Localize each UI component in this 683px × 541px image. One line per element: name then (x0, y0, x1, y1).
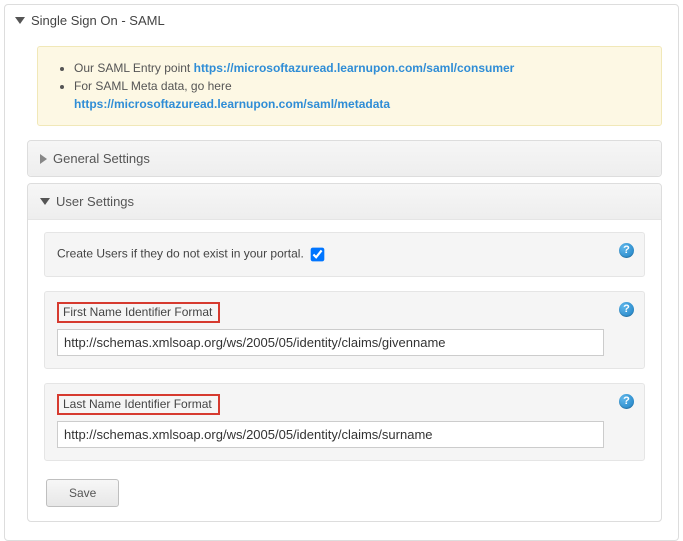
help-icon[interactable]: ? (619, 394, 634, 409)
notice-text-2: For SAML Meta data, go here (74, 79, 232, 93)
saml-metadata-link[interactable]: https://microsoftazuread.learnupon.com/s… (74, 97, 390, 111)
help-icon[interactable]: ? (619, 302, 634, 317)
first-name-identifier-input[interactable] (57, 329, 604, 356)
notice-line-2: For SAML Meta data, go here https://micr… (74, 77, 647, 113)
save-button[interactable]: Save (46, 479, 119, 507)
first-name-label: First Name Identifier Format (57, 302, 220, 323)
last-name-label: Last Name Identifier Format (57, 394, 220, 415)
section-header[interactable]: Single Sign On - SAML (5, 5, 678, 36)
user-settings-panel: User Settings Create Users if they do no… (27, 183, 662, 522)
create-users-label: Create Users if they do not exist in you… (57, 247, 304, 261)
sso-saml-section: Single Sign On - SAML Our SAML Entry poi… (4, 4, 679, 541)
create-users-block: Create Users if they do not exist in you… (44, 232, 645, 277)
last-name-block: ? Last Name Identifier Format (44, 383, 645, 461)
info-banner: Our SAML Entry point https://microsoftaz… (37, 46, 662, 126)
user-settings-header[interactable]: User Settings (28, 184, 661, 220)
caret-right-icon (40, 154, 47, 164)
saml-consumer-link[interactable]: https://microsoftazuread.learnupon.com/s… (194, 61, 515, 75)
caret-down-icon (40, 198, 50, 205)
create-users-checkbox[interactable] (311, 248, 325, 262)
notice-text-1: Our SAML Entry point (74, 61, 194, 75)
user-settings-title: User Settings (56, 194, 134, 209)
caret-down-icon (15, 17, 25, 24)
notice-line-1: Our SAML Entry point https://microsoftaz… (74, 59, 647, 77)
user-settings-body: Create Users if they do not exist in you… (28, 220, 661, 521)
general-settings-header[interactable]: General Settings (28, 141, 661, 176)
help-icon[interactable]: ? (619, 243, 634, 258)
general-settings-panel: General Settings (27, 140, 662, 177)
last-name-identifier-input[interactable] (57, 421, 604, 448)
section-title: Single Sign On - SAML (31, 13, 165, 28)
general-settings-title: General Settings (53, 151, 150, 166)
first-name-block: ? First Name Identifier Format (44, 291, 645, 369)
